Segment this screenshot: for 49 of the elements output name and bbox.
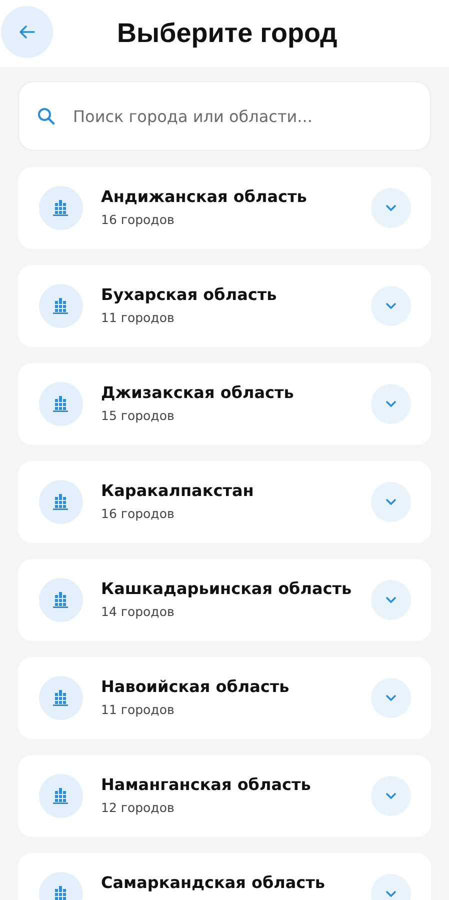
search-field[interactable]: Поиск города или области... (18, 81, 431, 151)
chevron-icon (385, 890, 397, 898)
back-button[interactable] (1, 6, 53, 58)
building-icon (39, 676, 83, 720)
chevron-icon (385, 302, 397, 310)
region-card[interactable]: Навоийская область 11 городов (18, 657, 431, 739)
chevron-icon (385, 400, 397, 408)
region-card[interactable]: Каракалпакстан 16 городов (18, 461, 431, 543)
region-card[interactable]: Кашкадарьинская область 14 городов (18, 559, 431, 641)
left-arrow-icon (19, 25, 35, 39)
region-name: Навоийская область (101, 677, 290, 696)
chevron-icon (385, 498, 397, 506)
region-name: Наманганская область (101, 775, 312, 794)
city-count: 14 городов (101, 604, 176, 619)
city-count: 16 городов (101, 212, 176, 227)
chevron-icon (385, 596, 397, 604)
region-card[interactable]: Андижанская область 16 городов (18, 167, 431, 249)
city-count: 16 городов (101, 506, 176, 521)
expand-button[interactable] (371, 286, 411, 326)
chevron-icon (385, 792, 397, 800)
region-name: Самаркандская область (101, 873, 326, 892)
city-count: 11 городов (101, 702, 176, 717)
expand-button[interactable] (371, 678, 411, 718)
expand-button[interactable] (371, 384, 411, 424)
chevron-icon (385, 204, 397, 212)
expand-button[interactable] (371, 776, 411, 816)
region-card[interactable]: Джизакская область 15 городов (18, 363, 431, 445)
building-icon (39, 382, 83, 426)
building-icon (39, 480, 83, 524)
region-name: Каракалпакстан (101, 481, 255, 500)
expand-button[interactable] (371, 482, 411, 522)
page-title: Выберите город (117, 18, 338, 49)
building-icon (39, 186, 83, 230)
region-name: Кашкадарьинская область (101, 579, 353, 598)
expand-button[interactable] (371, 188, 411, 228)
expand-button[interactable] (371, 580, 411, 620)
region-card[interactable]: Наманганская область 12 городов (18, 755, 431, 837)
building-icon (39, 284, 83, 328)
building-icon (39, 774, 83, 818)
city-count: 15 городов (101, 408, 176, 423)
building-icon (39, 578, 83, 622)
city-count: 12 городов (101, 800, 176, 815)
region-card[interactable]: Бухарская область 11 городов (18, 265, 431, 347)
region-card[interactable]: Самаркандская область (18, 853, 431, 900)
region-name: Андижанская область (101, 187, 308, 206)
region-name: Бухарская область (101, 285, 278, 304)
city-count: 11 городов (101, 310, 176, 325)
region-name: Джизакская область (101, 383, 295, 402)
chevron-icon (385, 694, 397, 702)
